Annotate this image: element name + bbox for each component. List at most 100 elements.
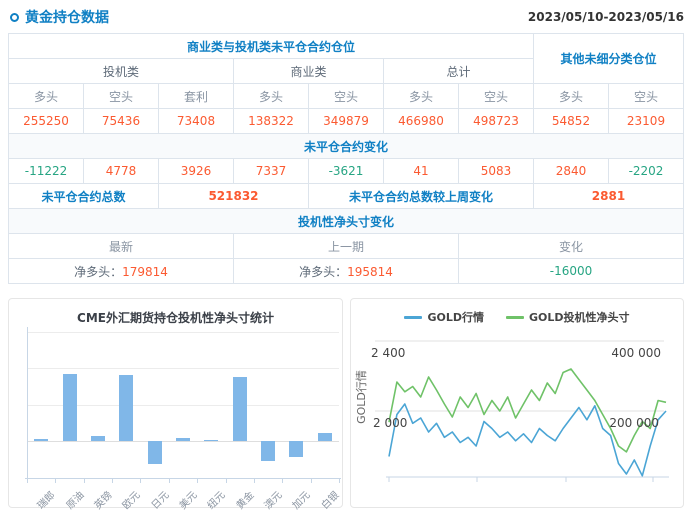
weekly-change-label: 未平仓合约总数较上周变化 [309, 184, 534, 209]
change-value: -3621 [309, 159, 384, 184]
bar-x-label: 英镑 [90, 487, 115, 512]
bar-x-tick [169, 479, 170, 483]
bar-x-label: 原油 [61, 487, 86, 512]
bar-x-label: 瑞郎 [33, 487, 58, 512]
bar-x-tick [282, 479, 283, 483]
bar-欧元 [119, 375, 133, 441]
change-value: 2840 [534, 159, 609, 184]
bar-x-tick [84, 479, 85, 483]
net-change-value: -16000 [459, 259, 684, 284]
change-value: 3926 [159, 159, 234, 184]
col-header: 多头 [234, 84, 309, 109]
group-header-other: 其他未细分类仓位 [534, 34, 684, 84]
bar-chart-title: CME外汇期货持仓投机性净头寸统计 [9, 309, 342, 326]
bar-x-label: 黄金 [232, 487, 257, 512]
weekly-change-value: 2881 [534, 184, 684, 209]
position-value: 466980 [384, 109, 459, 134]
page-header: 黄金持仓数据 2023/05/10-2023/05/16 [0, 0, 692, 31]
change-value: 4778 [84, 159, 159, 184]
subgroup-total: 总计 [384, 59, 534, 84]
col-header: 套利 [159, 84, 234, 109]
bar-x-tick [112, 479, 113, 483]
net-latest-cell: 净多头：179814 [9, 259, 234, 284]
bar-瑞郎 [34, 439, 48, 441]
bar-x-tick [226, 479, 227, 483]
bar-纽元 [204, 440, 218, 441]
position-value: 73408 [159, 109, 234, 134]
position-value: 75436 [84, 109, 159, 134]
bar-日元 [148, 441, 162, 464]
change-value: 7337 [234, 159, 309, 184]
bar-x-label: 加元 [288, 487, 313, 512]
left-axis-tick-2000: 2 000 [373, 416, 407, 430]
col-header: 多头 [534, 84, 609, 109]
date-range: 2023/05/10-2023/05/16 [528, 10, 684, 24]
subgroup-commercial: 商业类 [234, 59, 384, 84]
left-axis-title: GOLD行情 [353, 365, 369, 429]
positions-table: 商业类与投机类未平仓合约仓位 其他未细分类仓位 投机类 商业类 总计 多头 空头… [8, 33, 684, 284]
bar-x-label: 白银 [317, 487, 342, 512]
page-title: 黄金持仓数据 [25, 7, 109, 27]
col-header: 多头 [9, 84, 84, 109]
bar-x-tick [55, 479, 56, 483]
bar-x-tick [27, 479, 28, 483]
net-position-values-row: 净多头：179814 净多头：195814 -16000 [9, 259, 684, 284]
change-value: -2202 [609, 159, 684, 184]
bar-黄金 [233, 377, 247, 441]
group-header-main: 商业类与投机类未平仓合约仓位 [9, 34, 534, 59]
net-previous-cell: 净多头：195814 [234, 259, 459, 284]
position-value: 138322 [234, 109, 309, 134]
bar-x-label: 日元 [146, 487, 171, 512]
change-value: -11222 [9, 159, 84, 184]
subgroup-speculative: 投机类 [9, 59, 234, 84]
position-value: 498723 [459, 109, 534, 134]
bar-x-tick [339, 479, 340, 483]
total-open-interest-value: 521832 [159, 184, 309, 209]
bar-x-axis [25, 478, 341, 479]
line-chart-canvas [351, 299, 687, 499]
change-value: 5083 [459, 159, 534, 184]
position-value: 255250 [9, 109, 84, 134]
line-chart-card: GOLD行情 GOLD投机性净头寸 2 400 2 000 400 000 20… [350, 298, 684, 508]
line-series-net-position [389, 369, 666, 452]
net-previous-value: 195814 [347, 265, 393, 279]
bar-白银 [318, 433, 332, 441]
position-value: 349879 [309, 109, 384, 134]
bar-x-label: 纽元 [203, 487, 228, 512]
bar-y-axis [27, 327, 28, 482]
bar-原油 [63, 374, 77, 441]
bar-x-tick [311, 479, 312, 483]
left-axis-tick-2400: 2 400 [371, 346, 405, 360]
column-header-row: 多头 空头 套利 多头 空头 多头 空头 多头 空头 [9, 84, 684, 109]
net-position-header-row: 最新 上一期 变化 [9, 234, 684, 259]
bar-美元 [176, 438, 190, 441]
position-value: 54852 [534, 109, 609, 134]
bar-x-tick [197, 479, 198, 483]
net-col-latest: 最新 [9, 234, 234, 259]
net-col-previous: 上一期 [234, 234, 459, 259]
right-axis-tick-400000: 400 000 [611, 346, 661, 360]
change-value: 41 [384, 159, 459, 184]
total-open-interest-label: 未平仓合约总数 [9, 184, 159, 209]
bar-x-tick [254, 479, 255, 483]
bar-gridline [27, 332, 339, 333]
position-value: 23109 [609, 109, 684, 134]
position-values-row: 255250 75436 73408 138322 349879 466980 … [9, 109, 684, 134]
col-header: 空头 [609, 84, 684, 109]
col-header: 空头 [459, 84, 534, 109]
bar-x-label: 美元 [175, 487, 200, 512]
bar-x-label: 澳元 [260, 487, 285, 512]
section-header-change: 未平仓合约变化 [9, 134, 684, 159]
bar-x-tick [140, 479, 141, 483]
change-values-row: -11222 4778 3926 7337 -3621 41 5083 2840… [9, 159, 684, 184]
bar-chart-card: CME外汇期货持仓投机性净头寸统计 瑞郎原油英镑欧元日元美元纽元黄金澳元加元白银 [8, 298, 343, 508]
col-header: 空头 [84, 84, 159, 109]
bar-gridline [27, 368, 339, 369]
right-axis-tick-200000: 200 000 [609, 416, 659, 430]
col-header: 多头 [384, 84, 459, 109]
col-header: 空头 [309, 84, 384, 109]
bar-x-label: 欧元 [118, 487, 143, 512]
bar-澳元 [261, 441, 275, 461]
net-latest-label: 净多头： [74, 265, 122, 279]
net-col-change: 变化 [459, 234, 684, 259]
